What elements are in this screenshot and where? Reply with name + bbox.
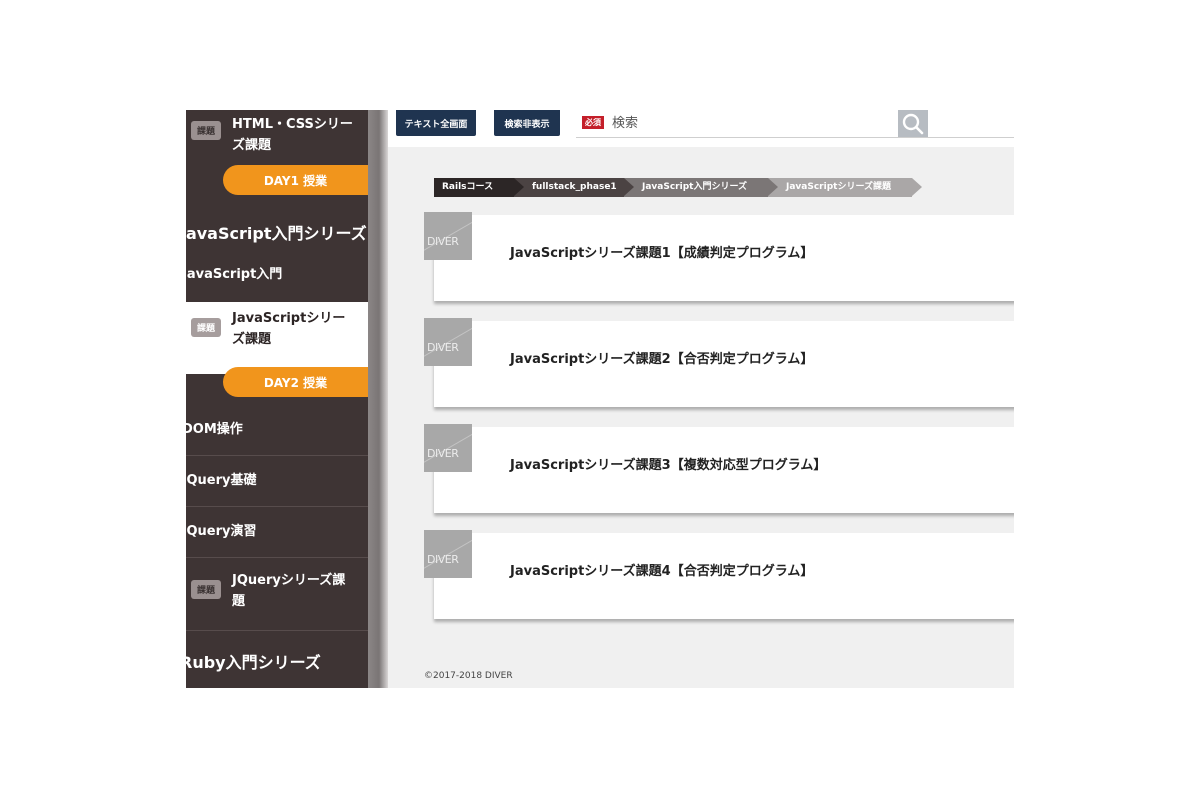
card-title: JavaScriptシリーズ課題1【成績判定プログラム】: [510, 246, 814, 261]
sidebar-section-ruby[interactable]: Ruby入門シリーズ: [186, 649, 321, 673]
diver-thumbnail: DIVER: [424, 318, 472, 366]
diver-thumbnail: DIVER: [424, 424, 472, 472]
thumbnail-label: DIVER: [427, 553, 459, 566]
main-content: テキスト全画面 検索非表示 必須 Railsコース fullstack_phas…: [388, 110, 1014, 688]
diver-thumbnail: DIVER: [424, 212, 472, 260]
sidebar-task-javascript[interactable]: 課題 JavaScriptシリーズ課題: [186, 302, 368, 374]
task-badge: 課題: [191, 121, 222, 140]
card-title: JavaScriptシリーズ課題2【合否判定プログラム】: [510, 352, 814, 367]
breadcrumb-item[interactable]: JavaScriptシリーズ課題: [768, 178, 922, 197]
sidebar-item-jquery-basics[interactable]: jQuery基礎: [186, 456, 368, 507]
sidebar-section-javascript[interactable]: JavaScript入門シリーズ: [186, 220, 367, 244]
sidebar-item-javascript-intro[interactable]: JavaScript入門: [186, 250, 368, 300]
sidebar-item-dom[interactable]: DOM操作: [186, 405, 368, 456]
thumbnail-label: DIVER: [427, 341, 459, 354]
breadcrumb: Railsコース fullstack_phase1 JavaScript入門シリ…: [434, 178, 922, 197]
thumbnail-label: DIVER: [427, 447, 459, 460]
card-title: JavaScriptシリーズ課題4【合否判定プログラム】: [510, 564, 814, 579]
diver-thumbnail: DIVER: [424, 530, 472, 578]
required-tag: 必須: [582, 116, 604, 129]
sidebar: 課題 HTML・CSSシリーズ課題 DAY1 授業 JavaScript入門シリ…: [186, 110, 368, 688]
search-button[interactable]: [898, 110, 928, 137]
day2-class-button[interactable]: DAY2 授業: [223, 367, 368, 397]
assignment-card[interactable]: DIVER JavaScriptシリーズ課題3【複数対応型プログラム】: [424, 424, 1014, 513]
task-badge: 課題: [191, 580, 222, 599]
search-input[interactable]: [612, 113, 872, 133]
search-icon: [902, 113, 924, 134]
assignment-card[interactable]: DIVER JavaScriptシリーズ課題1【成績判定プログラム】: [424, 212, 1014, 301]
breadcrumb-item[interactable]: Railsコース: [434, 178, 524, 197]
card-title: JavaScriptシリーズ課題3【複数対応型プログラム】: [510, 458, 827, 473]
sidebar-item-label: JavaScriptシリーズ課題: [232, 311, 346, 347]
hide-search-button[interactable]: 検索非表示: [494, 110, 560, 136]
assignment-card[interactable]: DIVER JavaScriptシリーズ課題2【合否判定プログラム】: [424, 318, 1014, 407]
day1-class-button[interactable]: DAY1 授業: [223, 165, 368, 195]
sidebar-item-jquery-exercise[interactable]: jQuery演習: [186, 507, 368, 558]
screenshot-viewport: 課題 HTML・CSSシリーズ課題 DAY1 授業 JavaScript入門シリ…: [186, 110, 1014, 688]
sidebar-item-label: HTML・CSSシリーズ課題: [232, 117, 353, 153]
thumbnail-label: DIVER: [427, 235, 459, 248]
sidebar-item-label: JQueryシリーズ課題: [232, 573, 346, 609]
sidebar-task-jquery[interactable]: 課題 JQueryシリーズ課題: [186, 562, 368, 631]
breadcrumb-item[interactable]: fullstack_phase1: [514, 178, 634, 197]
sidebar-task-html-css[interactable]: 課題 HTML・CSSシリーズ課題: [186, 114, 368, 164]
text-fullscreen-button[interactable]: テキスト全画面: [396, 110, 476, 136]
search-bar: 必須: [576, 110, 1014, 138]
toolbar: テキスト全画面 検索非表示 必須: [388, 110, 1014, 147]
sidebar-scroll-edge: [368, 110, 388, 688]
copyright-footer: ©2017-2018 DIVER: [424, 671, 513, 681]
task-badge: 課題: [191, 318, 222, 337]
assignment-card[interactable]: DIVER JavaScriptシリーズ課題4【合否判定プログラム】: [424, 530, 1014, 619]
breadcrumb-item[interactable]: JavaScript入門シリーズ: [624, 178, 778, 197]
